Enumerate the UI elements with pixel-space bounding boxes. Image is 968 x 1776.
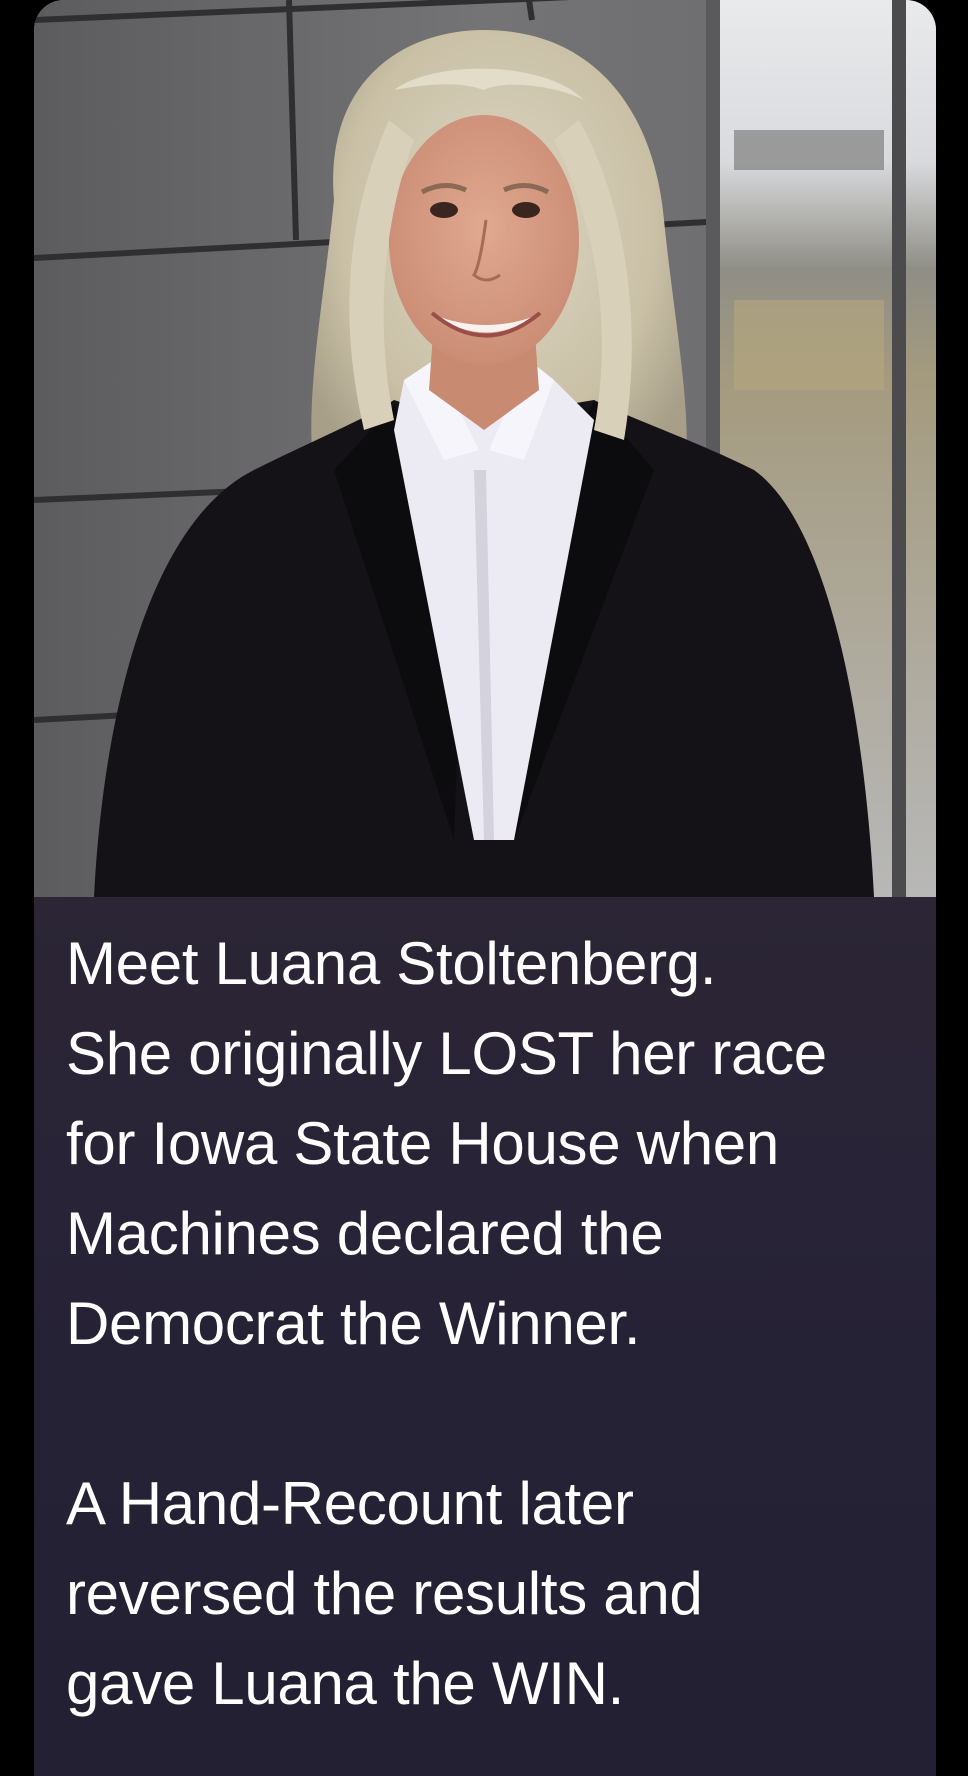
caption-paragraph: Meet Luana Stoltenberg. She originally L… xyxy=(66,919,926,1369)
caption-line: She originally LOST her race xyxy=(66,1020,827,1087)
caption-line: for Iowa State House when xyxy=(66,1110,779,1177)
caption-text: Meet Luana Stoltenberg. She originally L… xyxy=(66,919,926,1729)
caption-line: Meet Luana Stoltenberg. xyxy=(66,930,717,997)
post-caption: Meet Luana Stoltenberg. She originally L… xyxy=(34,897,936,1776)
post-card: Meet Luana Stoltenberg. She originally L… xyxy=(34,0,936,1776)
caption-line: gave Luana the WIN. xyxy=(66,1650,624,1717)
caption-line: A Hand-Recount later xyxy=(66,1470,634,1537)
post-photo[interactable] xyxy=(34,0,936,897)
caption-line: Machines declared the xyxy=(66,1200,664,1267)
caption-line: reversed the results and xyxy=(66,1560,703,1627)
caption-line: Democrat the Winner. xyxy=(66,1290,641,1357)
caption-paragraph: A Hand-Recount later reversed the result… xyxy=(66,1459,926,1729)
portrait-photo-icon xyxy=(34,0,936,897)
